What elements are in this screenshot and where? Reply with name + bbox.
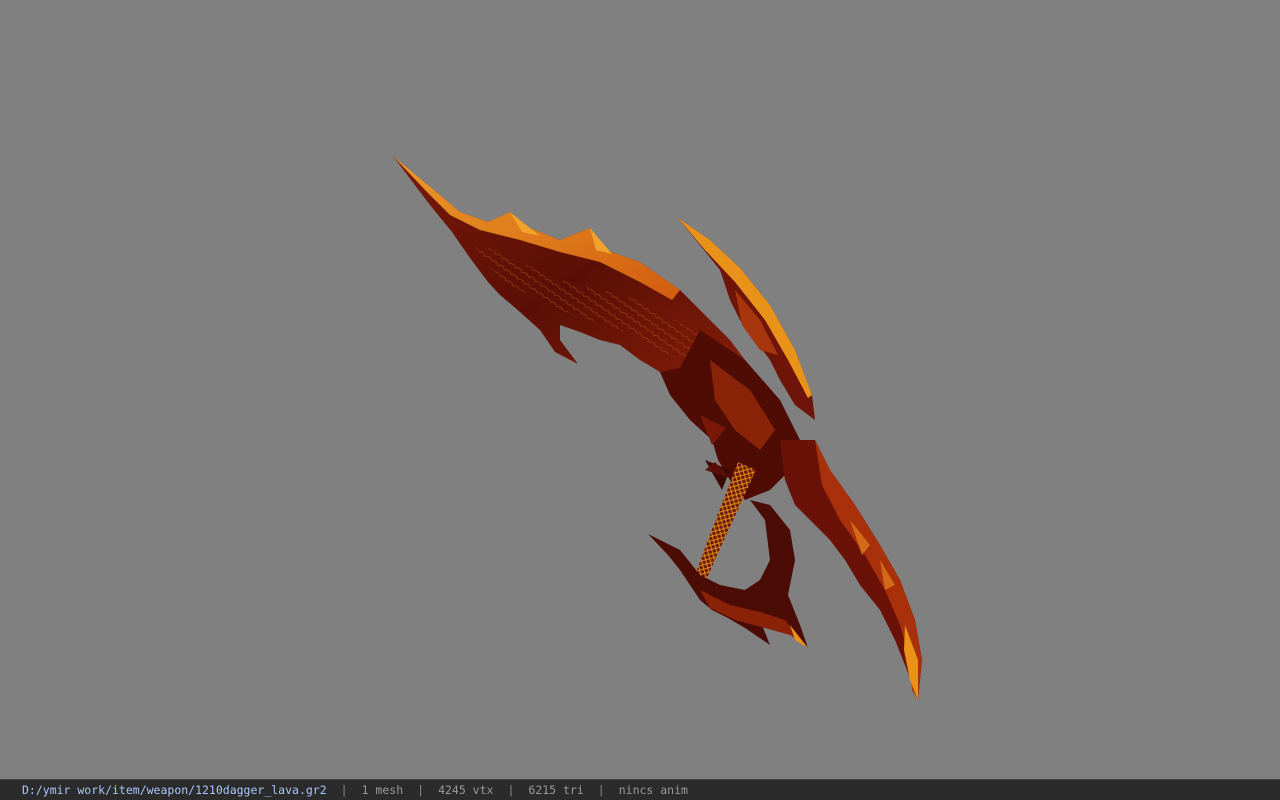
separator: | bbox=[340, 783, 348, 797]
separator: | bbox=[507, 783, 515, 797]
3d-viewport[interactable] bbox=[0, 0, 1280, 779]
file-path: D:/ymir work/item/weapon/1210dagger_lava… bbox=[22, 783, 327, 797]
vertex-count: 4245 vtx bbox=[438, 783, 494, 797]
animation-status: nincs anim bbox=[618, 783, 688, 797]
status-bar: D:/ymir work/item/weapon/1210dagger_lava… bbox=[0, 779, 1280, 800]
mesh-count: 1 mesh bbox=[361, 783, 404, 797]
separator: | bbox=[597, 783, 605, 797]
triangle-count: 6215 tri bbox=[528, 783, 584, 797]
lower-blade bbox=[780, 440, 922, 700]
dagger-lava-model bbox=[393, 156, 922, 700]
separator: | bbox=[417, 783, 425, 797]
